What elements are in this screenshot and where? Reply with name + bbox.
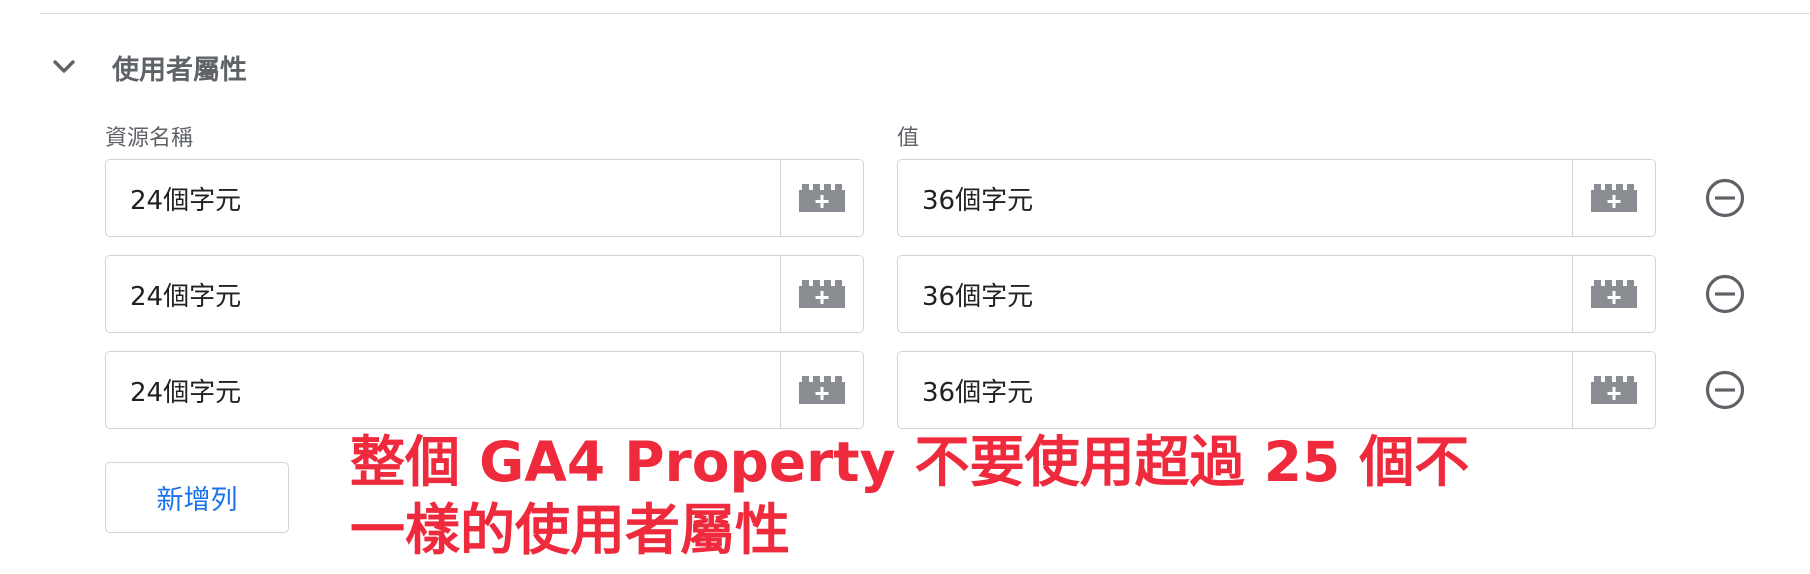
- property-row: 24個字元 36個字元: [105, 255, 1765, 335]
- annotation-line-1: 整個 GA4 Property 不要使用超過 25 個不: [350, 430, 1470, 494]
- chevron-down-icon[interactable]: [50, 53, 78, 81]
- property-row: 24個字元 36個字元: [105, 159, 1765, 239]
- variable-brick-icon[interactable]: [1572, 160, 1655, 236]
- property-name-value[interactable]: 24個字元: [106, 160, 780, 236]
- variable-brick-icon[interactable]: [780, 352, 863, 428]
- section-title: 使用者屬性: [112, 54, 247, 86]
- variable-brick-icon[interactable]: [780, 160, 863, 236]
- variable-brick-icon[interactable]: [1572, 352, 1655, 428]
- property-value-field[interactable]: 36個字元: [897, 159, 1656, 237]
- property-value-value[interactable]: 36個字元: [898, 352, 1572, 428]
- top-divider: [40, 13, 1810, 14]
- property-value-value[interactable]: 36個字元: [898, 256, 1572, 332]
- property-row: 24個字元 36個字元: [105, 351, 1765, 431]
- property-value-field[interactable]: 36個字元: [897, 351, 1656, 429]
- property-name-field[interactable]: 24個字元: [105, 255, 864, 333]
- property-value-value[interactable]: 36個字元: [898, 160, 1572, 236]
- remove-circle-icon[interactable]: [1705, 178, 1745, 218]
- property-name-field[interactable]: 24個字元: [105, 159, 864, 237]
- property-name-field[interactable]: 24個字元: [105, 351, 864, 429]
- property-value-field[interactable]: 36個字元: [897, 255, 1656, 333]
- user-properties-panel: 使用者屬性 資源名稱 值 24個字元 36個字元 24個字元 36個字元 24個…: [0, 0, 1810, 574]
- remove-circle-icon[interactable]: [1705, 370, 1745, 410]
- column-label-value: 值: [897, 126, 920, 151]
- variable-brick-icon[interactable]: [780, 256, 863, 332]
- property-name-value[interactable]: 24個字元: [106, 256, 780, 332]
- annotation-line-2: 一樣的使用者屬性: [350, 498, 791, 562]
- variable-brick-icon[interactable]: [1572, 256, 1655, 332]
- section-header[interactable]: 使用者屬性: [50, 45, 247, 89]
- column-label-name: 資源名稱: [105, 126, 194, 151]
- add-row-button[interactable]: 新增列: [105, 462, 289, 533]
- remove-circle-icon[interactable]: [1705, 274, 1745, 314]
- annotation-text: 整個 GA4 Property 不要使用超過 25 個不 一樣的使用者屬性: [350, 428, 1490, 564]
- property-name-value[interactable]: 24個字元: [106, 352, 780, 428]
